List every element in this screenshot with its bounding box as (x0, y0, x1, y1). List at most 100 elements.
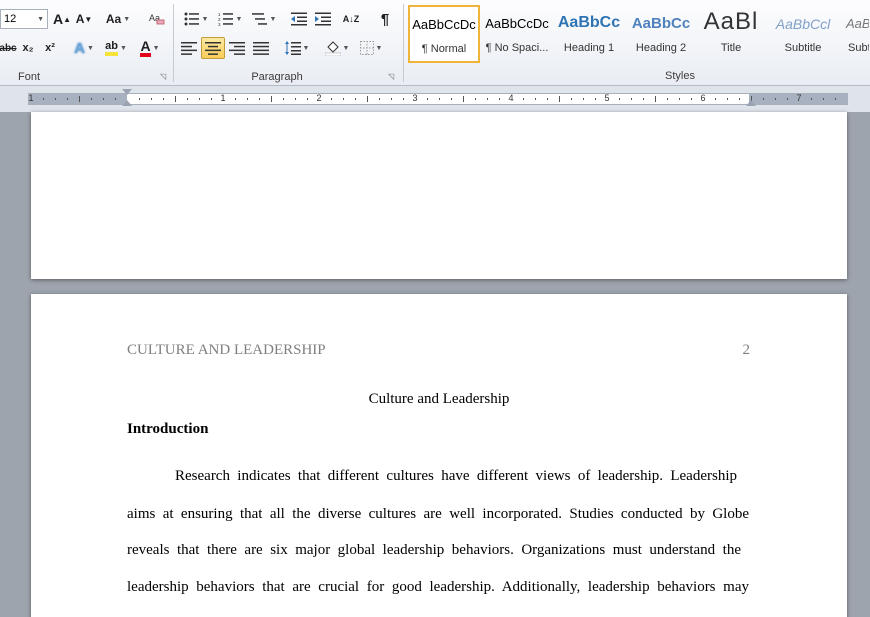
style-subtitle[interactable]: AaBbCcl Subtitle (767, 5, 839, 63)
ruler-tick (199, 98, 200, 100)
font-group: 12 ▼ A ▲ A ▼ Aa ▼ Aa abc x₂ x² A ▼ ab ▼ … (0, 0, 172, 86)
styles-gallery: AaBbCcDc ¶ Normal AaBbCcDc ¶ No Spaci...… (407, 5, 870, 63)
ruler-tick (79, 96, 80, 102)
font-group-label: Font (17, 71, 40, 83)
align-left-button[interactable] (178, 37, 200, 59)
clear-formatting-icon: Aa (149, 13, 165, 25)
document-page[interactable]: CULTURE AND LEADERSHIP 2 Culture and Lea… (31, 294, 847, 617)
ruler-tick (235, 98, 236, 100)
style-normal[interactable]: AaBbCcDc ¶ Normal (408, 5, 480, 63)
superscript-button[interactable]: x² (40, 37, 60, 59)
chevron-down-icon: ▼ (201, 15, 209, 23)
highlight-icon: ab (105, 40, 118, 56)
body-line: reveals that there are six major global … (127, 542, 741, 558)
right-indent-marker[interactable] (746, 100, 756, 106)
first-line-indent-marker[interactable] (122, 89, 132, 95)
ruler-tick (631, 98, 632, 100)
text-effects-icon: A (74, 39, 85, 57)
style-title[interactable]: AaBl Title (695, 5, 767, 63)
ruler-tick (427, 98, 428, 100)
ruler-tick (475, 98, 476, 100)
chevron-down-icon: ▼ (152, 44, 160, 52)
multilevel-list-button[interactable]: ▼ (248, 8, 280, 30)
ruler-tick (463, 96, 464, 102)
borders-button[interactable]: ▼ (356, 37, 386, 59)
document-title: Culture and Leadership (368, 391, 510, 407)
ruler-tick (139, 98, 140, 100)
bullets-icon (184, 12, 199, 26)
style-name: Heading 1 (563, 42, 615, 54)
style-sample: AaBbCcDc (485, 16, 549, 31)
ruler-tick (715, 98, 716, 100)
style-sample: AaB (846, 16, 869, 31)
paragraph-group: ▼ 1 2 3 ▼ ▼ A↓Z ¶ ▼ ▼ ▼ Paragraph ◹ (174, 0, 402, 86)
ruler-tick (355, 98, 356, 100)
font-size-combo[interactable]: 12 ▼ (0, 9, 48, 29)
align-right-button[interactable] (226, 37, 248, 59)
dialog-launcher-icon[interactable]: ◹ (388, 72, 394, 81)
grow-font-icon: A (52, 11, 64, 27)
style-subtle-emphasis[interactable]: AaB Subt (839, 5, 870, 63)
ruler-tick (151, 98, 152, 100)
ruler-tick (55, 98, 56, 100)
chevron-down-icon: ▼ (269, 15, 277, 23)
ruler-label: 1 (28, 93, 34, 103)
font-color-button[interactable]: A ▼ (136, 37, 164, 59)
clear-formatting-button[interactable]: Aa (146, 8, 168, 30)
body-line: leadership behaviors that are crucial fo… (127, 579, 749, 595)
shading-button[interactable]: ▼ (322, 37, 352, 59)
justify-icon (253, 41, 269, 55)
sort-button[interactable]: A↓Z (340, 8, 362, 30)
shrink-font-button[interactable]: A ▼ (74, 8, 94, 30)
ruler-tick (595, 98, 596, 100)
ruler-tick (667, 98, 668, 100)
show-formatting-button[interactable]: ¶ (374, 8, 396, 30)
style-heading-2[interactable]: AaBbCc Heading 2 (625, 5, 697, 63)
style-heading-1[interactable]: AaBbCc Heading 1 (553, 5, 625, 63)
chevron-down-icon: ▼ (86, 44, 94, 52)
style-no-spacing[interactable]: AaBbCcDc ¶ No Spaci... (481, 5, 553, 63)
numbering-button[interactable]: 1 2 3 ▼ (214, 8, 246, 30)
ruler-tick (643, 98, 644, 100)
bullets-button[interactable]: ▼ (180, 8, 212, 30)
ruler-tick (823, 98, 824, 100)
ruler-tick (787, 98, 788, 100)
ruler-tick (655, 96, 656, 102)
ruler-tick (103, 98, 104, 100)
ruler-label: 4 (508, 93, 514, 103)
strikethrough-icon: abc (0, 42, 17, 54)
align-center-button[interactable] (201, 37, 225, 59)
ruler-tick (43, 98, 44, 100)
decrease-indent-button[interactable] (288, 8, 310, 30)
paint-bucket-icon (324, 40, 341, 56)
line-spacing-button[interactable]: ▼ (282, 37, 312, 59)
change-case-button[interactable]: Aa ▼ (104, 8, 132, 30)
ruler-tick (247, 98, 248, 100)
dialog-launcher-icon[interactable]: ◹ (160, 72, 166, 81)
font-color-icon: A (140, 39, 151, 57)
grow-font-button[interactable]: A ▲ (52, 8, 72, 30)
strikethrough-button[interactable]: abc (0, 37, 17, 59)
ruler-label: 3 (412, 93, 418, 103)
svg-text:3: 3 (218, 22, 221, 26)
ruler-tick (739, 98, 740, 100)
ruler-tick (331, 98, 332, 100)
text-effects-button[interactable]: A ▼ (70, 37, 98, 59)
ruler-label: 2 (316, 93, 322, 103)
ruler-tick (811, 98, 812, 100)
superscript-icon: x² (45, 42, 55, 54)
highlight-button[interactable]: ab ▼ (102, 37, 130, 59)
subscript-button[interactable]: x₂ (18, 37, 38, 59)
horizontal-ruler[interactable]: 1 1 2 3 4 5 6 7 (28, 89, 848, 106)
ruler-tick (571, 98, 572, 100)
ribbon: 12 ▼ A ▲ A ▼ Aa ▼ Aa abc x₂ x² A ▼ ab ▼ … (0, 0, 870, 86)
ruler-label: 1 (220, 93, 226, 103)
chevron-down-icon: ▼ (235, 15, 243, 23)
ruler-tick (403, 98, 404, 100)
justify-button[interactable] (250, 37, 272, 59)
document-page[interactable] (31, 112, 847, 279)
increase-indent-button[interactable] (312, 8, 334, 30)
hanging-indent-marker[interactable] (122, 100, 132, 106)
ruler-tick (67, 98, 68, 100)
ruler-tick (115, 98, 116, 100)
